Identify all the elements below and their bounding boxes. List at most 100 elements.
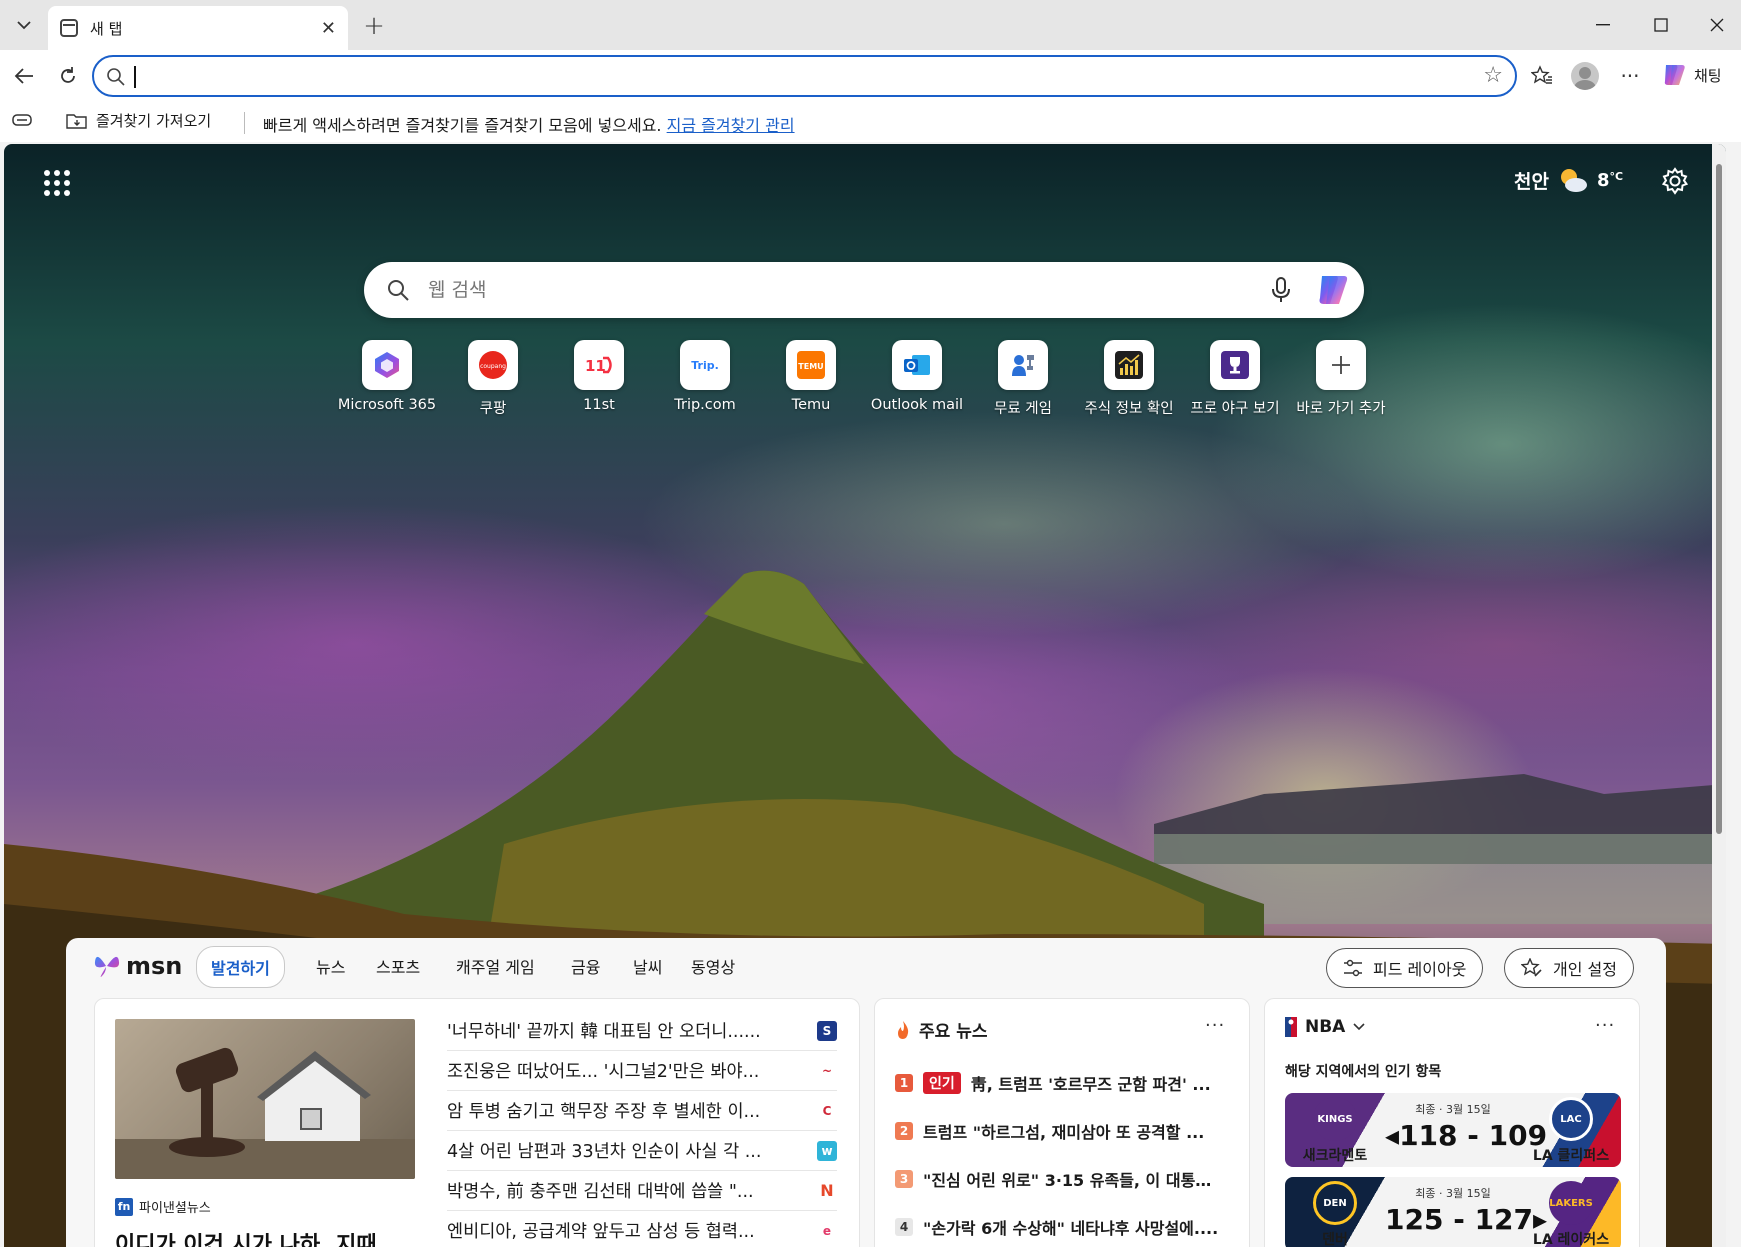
copilot-icon [1664,65,1685,85]
quick-link-baseball[interactable]: 프로 야구 보기 [1182,340,1288,418]
feed-tab-news[interactable]: 뉴스 [316,954,345,978]
team-name: LA 레이커스 [1532,1232,1610,1247]
headline-item[interactable]: 조진웅은 떠났어도... '시그널2'만은 봐야... ~ [447,1051,837,1091]
tab-strip: 새 탭 ✕ + [0,0,1741,50]
new-tab-button[interactable]: + [358,10,390,42]
favorites-button[interactable] [1526,60,1558,92]
rank-badge: 1 [895,1074,913,1092]
feed-tab-video[interactable]: 동영상 [691,954,735,978]
top-news-text: "손가락 6개 수상해" 네타냐후 사망설에.... [923,1219,1219,1238]
financial-news-logo: fn [115,1197,133,1216]
back-button[interactable] [6,58,42,94]
maximize-button[interactable] [1638,10,1684,40]
quick-link-tripcom[interactable]: Trip. Trip.com [652,340,758,413]
team-name: 덴버 [1322,1232,1348,1247]
scrollbar-thumb[interactable] [1716,164,1722,834]
chevron-down-icon [1353,1023,1365,1031]
stocks-icon [1104,340,1154,390]
headline-text: '너무하네' 끝까지 韓 대표팀 안 오더니...... [447,1022,761,1042]
headline-item[interactable]: 암 투병 숨기고 핵무장 주장 후 별세한 이... C [447,1091,837,1131]
quick-link-games[interactable]: 무료 게임 [970,340,1076,418]
quick-link-label: 무료 게임 [994,401,1052,417]
headline-text: 박명수, 前 충주맨 김선태 대박에 씁쓸 "... [447,1182,754,1202]
import-favorites-button[interactable]: 즐겨찾기 가져오기 [66,110,211,131]
quick-link-stocks[interactable]: 주식 정보 확인 [1076,340,1182,418]
msn-butterfly-icon [94,956,120,977]
quick-link-11st[interactable]: 11 11st [546,340,652,413]
feed-tab-casual-games[interactable]: 캐주얼 게임 [456,954,535,978]
feed-layout-button[interactable]: 피드 레이아웃 [1326,948,1484,988]
personalize-button[interactable]: 개인 설정 [1504,948,1634,988]
add-quick-link-button[interactable]: 바로 가기 추가 [1288,340,1394,418]
headline-item[interactable]: 엔비디아, 공급계약 앞두고 삼성 등 협력... e [447,1211,837,1247]
feed-tab-weather[interactable]: 날씨 [633,954,662,978]
feed-tab-discover[interactable]: 발견하기 [196,946,285,988]
team-logo: LAKERS [1549,1181,1593,1225]
active-tab[interactable]: 새 탭 ✕ [48,6,348,50]
add-favorite-icon[interactable]: ☆ [1483,63,1503,88]
headline-item[interactable]: 4살 어린 남편과 33년차 인순이 사실 각 ... w [447,1131,837,1171]
settings-and-more-button[interactable]: ··· [1614,60,1646,92]
quick-link-outlook[interactable]: Outlook mail [864,340,970,413]
profile-avatar[interactable] [1571,62,1599,90]
top-news-text: 靑, 트럼프 '호르무즈 군함 파견' ... [970,1075,1211,1094]
home-team: DEN 덴버 [1285,1177,1385,1247]
more-icon: ··· [1620,64,1640,88]
top-news-title: 주요 뉴스 [919,1022,988,1042]
hero-article-image[interactable] [115,1019,415,1179]
weather-unit: °C [1609,169,1624,183]
close-tab-icon[interactable]: ✕ [321,18,336,39]
hero-article-title[interactable]: 이디가 이건 시가 나하, 지때 [115,1227,377,1247]
top-news-item[interactable]: 2 트럼프 "하르그섬, 재미삼아 또 공격할 ... [895,1119,1225,1143]
favorites-panel-icon[interactable] [12,112,32,132]
microphone-icon[interactable] [1270,276,1292,304]
manage-favorites-link[interactable]: 지금 즐겨찾기 관리 [667,116,795,135]
quick-link-coupang[interactable]: coupang 쿠팡 [440,340,546,418]
quick-link-label: Trip.com [674,397,736,413]
web-search-box[interactable] [364,262,1364,318]
top-news-title-row: 주요 뉴스 [895,1017,987,1042]
quick-link-label: Outlook mail [870,397,964,413]
publisher-logo: S [817,1020,837,1041]
feed-tab-finance[interactable]: 금융 [571,954,600,978]
svg-text:coupang: coupang [480,363,506,370]
game-score: ◂118 - 109 [1385,1119,1548,1152]
top-news-more-icon[interactable]: ··· [1205,1015,1225,1036]
refresh-button[interactable] [50,58,86,94]
top-news-item[interactable]: 3 "진심 어린 위로" 3·15 유족들, 이 대통령... [895,1167,1225,1191]
game-status: 최종 · 3월 15일 [1415,1103,1491,1116]
quick-link-temu[interactable]: TEMU Temu [758,340,864,413]
app-launcher-icon[interactable] [44,170,70,196]
page-settings-button[interactable] [1660,166,1690,196]
top-news-item[interactable]: 1 인기 靑, 트럼프 '호르무즈 군함 파견' ... [895,1071,1225,1095]
headline-item[interactable]: '너무하네' 끝까지 韓 대표팀 안 오더니...... S [447,1011,837,1051]
page-scrollbar[interactable] [1712,144,1726,1247]
address-bar[interactable]: ☆ [92,55,1517,97]
top-news-item[interactable]: 4 "손가락 6개 수상해" 네타냐후 사망설에.... [895,1215,1225,1239]
nba-title-row[interactable]: NBA [1285,1017,1365,1037]
game-score-row[interactable]: DEN 덴버 최종 · 3월 15일 125 - 127▸ LAKERS LA … [1285,1177,1621,1247]
tab-actions-menu-button[interactable] [6,8,42,42]
weather-widget[interactable]: 천안 8°C [1514,166,1623,194]
gear-icon [1661,167,1689,195]
top-news-text: "진심 어린 위로" 3·15 유족들, 이 대통령... [923,1171,1225,1190]
feed-tab-sports[interactable]: 스포츠 [376,954,420,978]
copilot-chat-button[interactable]: 채팅 [1660,58,1722,92]
web-search-input[interactable] [428,274,1208,306]
minimize-button[interactable] [1580,10,1626,40]
close-window-button[interactable] [1694,10,1740,40]
game-score-row[interactable]: KINGS 새크라멘토 최종 · 3월 15일 ◂118 - 109 LAC L… [1285,1093,1621,1167]
quick-link-label: 주식 정보 확인 [1084,401,1174,417]
rank-badge: 3 [895,1170,913,1188]
partly-cloudy-icon [1560,169,1587,192]
11st-icon: 11 [574,340,624,390]
hero-source[interactable]: fn 파이낸셜뉴스 [115,1197,211,1216]
quick-link-microsoft365[interactable]: Microsoft 365 [334,340,440,413]
copilot-icon[interactable] [1314,272,1352,308]
msn-logo[interactable]: msn [92,952,182,980]
publisher-logo: N [820,1181,834,1200]
headline-item[interactable]: 박명수, 前 충주맨 김선태 대박에 씁쓸 "... N [447,1171,837,1211]
nba-more-icon[interactable]: ··· [1595,1015,1615,1036]
tripcom-icon: Trip. [680,340,730,390]
away-team: LAKERS LA 레이커스 [1521,1177,1621,1247]
